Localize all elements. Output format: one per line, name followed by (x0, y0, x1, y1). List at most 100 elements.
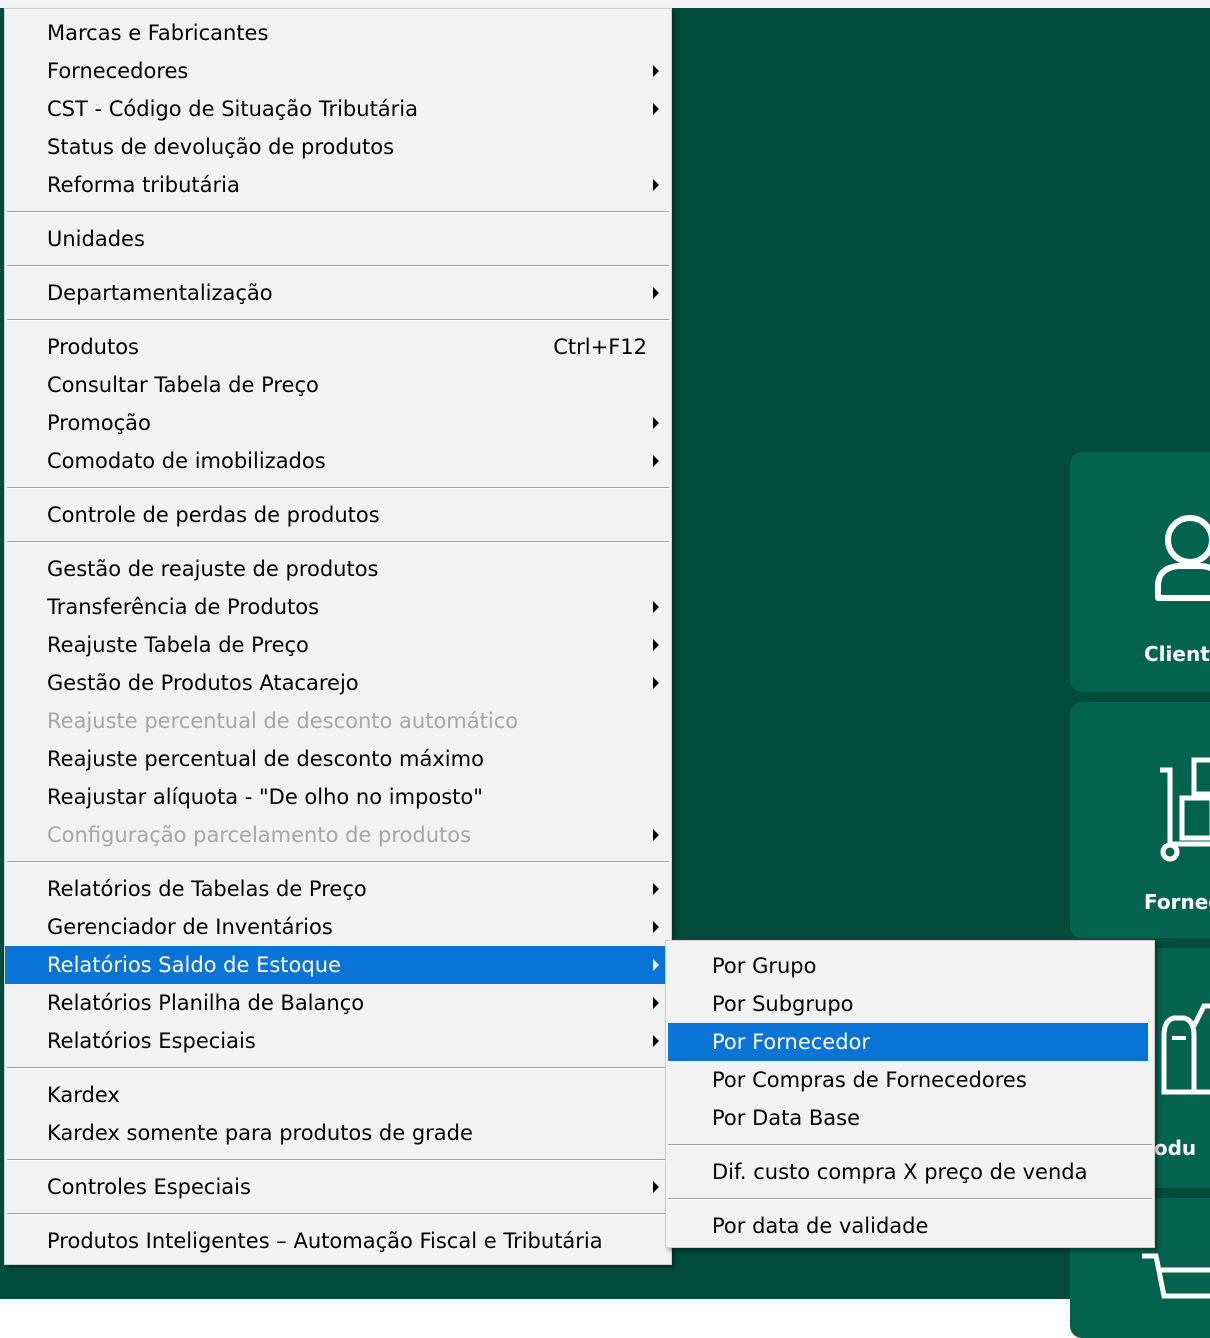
submenu-arrow-icon (653, 179, 659, 191)
menu-item-status-devolucao[interactable]: Status de devolução de produtos (5, 128, 671, 166)
menu-item-gestao-reajuste[interactable]: Gestão de reajuste de produtos (5, 550, 671, 588)
menu-separator (668, 1198, 1152, 1200)
submenu-arrow-icon (653, 959, 659, 971)
top-window-strip (0, 0, 1210, 8)
submenu-item-por-grupo[interactable]: Por Grupo (666, 947, 1154, 985)
menu-item-cst[interactable]: CST - Código de Situação Tributária (5, 90, 671, 128)
menu-item-label: Relatórios de Tabelas de Preço (47, 877, 367, 901)
menu-item-reajuste-desconto-automatico: Reajuste percentual de desconto automáti… (5, 702, 671, 740)
menu-item-transferencia-produtos[interactable]: Transferência de Produtos (5, 588, 671, 626)
menu-item-kardex[interactable]: Kardex (5, 1076, 671, 1114)
menu-item-relatorios-saldo-estoque[interactable]: Relatórios Saldo de Estoque (5, 946, 671, 984)
menu-item-kardex-grade[interactable]: Kardex somente para produtos de grade (5, 1114, 671, 1152)
menu-item-label: Unidades (47, 227, 145, 251)
submenu-arrow-icon (653, 455, 659, 467)
menu-item-gestao-atacarejo[interactable]: Gestão de Produtos Atacarejo (5, 664, 671, 702)
fornecedores-tile-label: Fornec (1144, 890, 1210, 914)
menu-item-label: Fornecedores (47, 59, 189, 83)
menu-item-marcas-fabricantes[interactable]: Marcas e Fabricantes (5, 14, 671, 52)
submenu-item-por-subgrupo[interactable]: Por Subgrupo (666, 985, 1154, 1023)
clientes-tile-label: Client (1144, 642, 1210, 666)
menu-item-label: Controles Especiais (47, 1175, 251, 1199)
menu-separator (7, 1067, 669, 1069)
menu-item-label: Relatórios Especiais (47, 1029, 256, 1053)
submenu-arrow-icon (653, 1181, 659, 1193)
menu-item-label: CST - Código de Situação Tributária (47, 97, 419, 121)
bottles-icon (1161, 1003, 1210, 1095)
menu-separator (668, 1144, 1152, 1146)
menu-item-label: Kardex (47, 1083, 120, 1107)
menu-item-fornecedores[interactable]: Fornecedores (5, 52, 671, 90)
submenu-arrow-icon (653, 1035, 659, 1047)
clientes-tile[interactable]: Client (1070, 452, 1210, 692)
menu-item-label: Configuração parcelamento de produtos (47, 823, 472, 847)
menu-item-departamentalizacao[interactable]: Departamentalização (5, 274, 671, 312)
submenu-arrow-icon (653, 997, 659, 1009)
menu-item-label: Por Data Base (712, 1106, 861, 1130)
menu-item-unidades[interactable]: Unidades (5, 220, 671, 258)
fornecedores-tile[interactable]: Fornec (1070, 702, 1210, 938)
menu-item-label: Relatórios Saldo de Estoque (47, 953, 341, 977)
submenu-arrow-icon (653, 829, 659, 841)
menu-item-label: Por Grupo (712, 954, 817, 978)
menu-separator (7, 211, 669, 213)
menu-separator (7, 861, 669, 863)
menu-item-label: Por Subgrupo (712, 992, 854, 1016)
menu-item-relatorios-planilha-balanco[interactable]: Relatórios Planilha de Balanço (5, 984, 671, 1022)
cart-icon (1142, 1253, 1210, 1299)
menu-separator (7, 1159, 669, 1161)
menu-item-promocao[interactable]: Promoção (5, 404, 671, 442)
submenu-item-por-fornecedor[interactable]: Por Fornecedor (668, 1023, 1148, 1061)
menu-item-label: Dif. custo compra X preço de venda (712, 1160, 1088, 1184)
menu-item-controles-especiais[interactable]: Controles Especiais (5, 1168, 671, 1206)
menu-separator (7, 541, 669, 543)
menu-item-label: Reajuste percentual de desconto máximo (47, 747, 484, 771)
menu-item-reajuste-desconto-maximo[interactable]: Reajuste percentual de desconto máximo (5, 740, 671, 778)
menu-item-label: Departamentalização (47, 281, 273, 305)
submenu-arrow-icon (653, 639, 659, 651)
submenu-arrow-icon (653, 417, 659, 429)
menu-item-comodato[interactable]: Comodato de imobilizados (5, 442, 671, 480)
menu-item-label: Gerenciador de Inventários (47, 915, 333, 939)
menu-item-label: Relatórios Planilha de Balanço (47, 991, 365, 1015)
menu-item-label: Gestão de Produtos Atacarejo (47, 671, 359, 695)
menu-item-produtos-inteligentes[interactable]: Produtos Inteligentes – Automação Fiscal… (5, 1222, 671, 1260)
submenu-item-por-data-base[interactable]: Por Data Base (666, 1099, 1154, 1137)
user-icon (1155, 515, 1210, 601)
menu-item-label: Consultar Tabela de Preço (47, 373, 319, 397)
menu-item-label: Produtos Inteligentes – Automação Fiscal… (47, 1229, 603, 1253)
menu-item-label: Kardex somente para produtos de grade (47, 1121, 473, 1145)
menu-separator (7, 319, 669, 321)
menu-item-label: Reajuste percentual de desconto automáti… (47, 709, 519, 733)
submenu-item-por-data-validade[interactable]: Por data de validade (666, 1207, 1154, 1245)
submenu-arrow-icon (653, 103, 659, 115)
submenu-arrow-icon (653, 287, 659, 299)
menu-item-consultar-tabela-preco[interactable]: Consultar Tabela de Preço (5, 366, 671, 404)
menu-item-controle-perdas[interactable]: Controle de perdas de produtos (5, 496, 671, 534)
produtos-dropdown-menu: Marcas e Fabricantes Fornecedores CST - … (4, 8, 672, 1265)
menu-item-reajustar-aliquota[interactable]: Reajustar alíquota - "De olho no imposto… (5, 778, 671, 816)
menu-item-label: Marcas e Fabricantes (47, 21, 269, 45)
saldo-estoque-submenu: Por Grupo Por Subgrupo Por Fornecedor Po… (665, 940, 1155, 1248)
submenu-arrow-icon (653, 677, 659, 689)
menu-item-produtos[interactable]: Produtos Ctrl+F12 (5, 328, 671, 366)
menu-item-label: Por Fornecedor (712, 1030, 871, 1054)
menu-item-relatorios-especiais[interactable]: Relatórios Especiais (5, 1022, 671, 1060)
menu-item-relatorios-tabelas-preco[interactable]: Relatórios de Tabelas de Preço (5, 870, 671, 908)
submenu-item-dif-custo-preco[interactable]: Dif. custo compra X preço de venda (666, 1153, 1154, 1191)
menu-item-configuracao-parcelamento: Configuração parcelamento de produtos (5, 816, 671, 854)
menu-item-label: Reajuste Tabela de Preço (47, 633, 309, 657)
menu-item-label: Status de devolução de produtos (47, 135, 395, 159)
submenu-item-por-compras-fornecedores[interactable]: Por Compras de Fornecedores (666, 1061, 1154, 1099)
menu-item-reforma-tributaria[interactable]: Reforma tributária (5, 166, 671, 204)
menu-item-label: Comodato de imobilizados (47, 449, 326, 473)
menu-item-label: Gestão de reajuste de produtos (47, 557, 379, 581)
submenu-arrow-icon (653, 601, 659, 613)
submenu-arrow-icon (653, 65, 659, 77)
menu-item-gerenciador-inventarios[interactable]: Gerenciador de Inventários (5, 908, 671, 946)
submenu-arrow-icon (653, 921, 659, 933)
menu-item-label: Reajustar alíquota - "De olho no imposto… (47, 785, 483, 809)
menu-separator (7, 265, 669, 267)
menu-item-reajuste-tabela-preco[interactable]: Reajuste Tabela de Preço (5, 626, 671, 664)
menu-item-label: Controle de perdas de produtos (47, 503, 380, 527)
